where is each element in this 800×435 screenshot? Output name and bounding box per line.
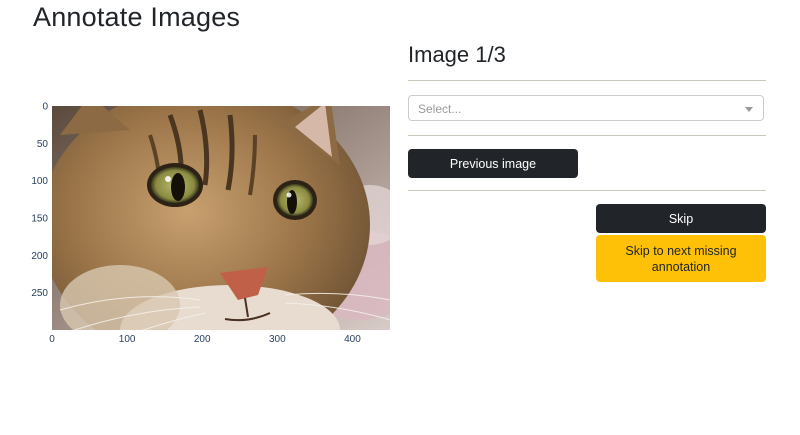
x-axis-ticks: 0 100 200 300 400 <box>49 334 361 345</box>
divider <box>408 135 766 136</box>
y-tick-label: 100 <box>31 176 48 187</box>
page-title: Annotate Images <box>33 2 241 32</box>
previous-image-button[interactable]: Previous image <box>408 149 578 178</box>
y-tick-label: 250 <box>31 288 48 299</box>
label-select[interactable]: Select... <box>408 95 764 121</box>
skip-to-next-missing-button[interactable]: Skip to next missing annotation <box>596 235 766 282</box>
y-tick-label: 150 <box>31 214 48 225</box>
skip-button[interactable]: Skip <box>596 204 766 233</box>
x-tick-label: 0 <box>49 334 55 345</box>
select-placeholder: Select... <box>418 102 462 116</box>
divider <box>408 80 766 81</box>
y-axis-ticks: 0 50 100 150 200 250 <box>31 102 48 300</box>
x-tick-label: 400 <box>344 334 361 345</box>
y-tick-label: 0 <box>42 102 48 113</box>
x-tick-label: 100 <box>119 334 136 345</box>
x-tick-label: 300 <box>269 334 286 345</box>
image-counter: Image 1/3 <box>408 42 506 67</box>
cat-image <box>52 106 390 330</box>
divider <box>408 190 766 191</box>
x-tick-label: 200 <box>194 334 211 345</box>
y-tick-label: 50 <box>37 139 49 150</box>
chevron-down-icon[interactable] <box>745 107 753 112</box>
image-plot[interactable]: 0 50 100 150 200 250 0 100 200 300 400 <box>0 95 400 355</box>
y-tick-label: 200 <box>31 251 48 262</box>
